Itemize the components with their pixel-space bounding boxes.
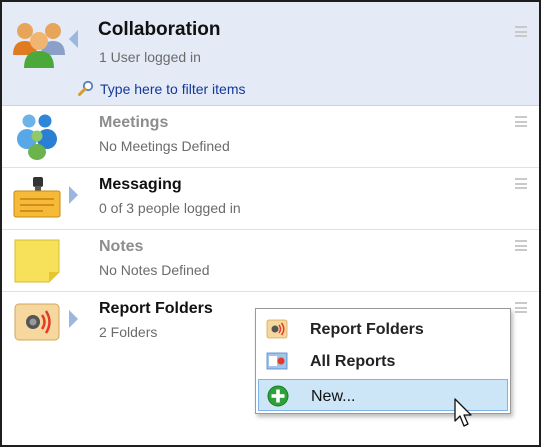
- menu-label-report-folders: Report Folders: [310, 321, 424, 338]
- menu-item-all-reports[interactable]: All Reports: [258, 345, 508, 377]
- notes-menu-handle-icon[interactable]: [515, 240, 527, 251]
- report-folders-menu-handle-icon[interactable]: [515, 302, 527, 313]
- meetings-people-icon: [17, 114, 57, 160]
- sticky-note-icon: [14, 239, 60, 283]
- collapse-arrow-icon[interactable]: [69, 30, 78, 48]
- meetings-menu-handle-icon[interactable]: [515, 116, 527, 127]
- menu-label-new: New...: [311, 388, 356, 405]
- collaboration-header[interactable]: Collaboration 1 User logged in Type here…: [2, 2, 539, 106]
- users-logged-in-status: 1 User logged in: [99, 49, 201, 65]
- notes-status: No Notes Defined: [99, 262, 210, 278]
- panel-title: Collaboration: [98, 19, 221, 40]
- report-folder-speaker-icon: [14, 303, 60, 341]
- messaging-menu-handle-icon[interactable]: [515, 178, 527, 189]
- search-icon: [78, 80, 94, 96]
- report-folder-icon: [266, 319, 288, 339]
- meetings-title: Meetings: [99, 114, 169, 131]
- list-item-notes[interactable]: Notes No Notes Defined: [2, 230, 539, 292]
- messaging-title: Messaging: [99, 176, 182, 193]
- notes-title: Notes: [99, 238, 144, 255]
- report-folders-title: Report Folders: [99, 300, 213, 317]
- mouse-pointer-icon: [454, 398, 472, 427]
- list-item-messaging[interactable]: Messaging 0 of 3 people logged in: [2, 168, 539, 230]
- menu-label-all-reports: All Reports: [310, 353, 396, 370]
- filter-placeholder-text: Type here to filter items: [100, 81, 246, 97]
- expand-arrow-icon[interactable]: [69, 310, 78, 328]
- people-group-icon: [13, 23, 65, 68]
- expand-arrow-icon[interactable]: [69, 186, 78, 204]
- list-item-meetings[interactable]: Meetings No Meetings Defined: [2, 106, 539, 168]
- messaging-status: 0 of 3 people logged in: [99, 200, 241, 216]
- collaboration-panel: Collaboration 1 User logged in Type here…: [0, 0, 541, 447]
- report-folders-status: 2 Folders: [99, 324, 158, 340]
- all-reports-icon: [266, 352, 288, 370]
- messaging-pager-icon: [13, 177, 61, 218]
- header-menu-handle-icon[interactable]: [515, 26, 527, 37]
- menu-item-report-folders[interactable]: Report Folders: [258, 313, 508, 345]
- add-green-plus-icon: [267, 385, 289, 407]
- meetings-status: No Meetings Defined: [99, 138, 230, 154]
